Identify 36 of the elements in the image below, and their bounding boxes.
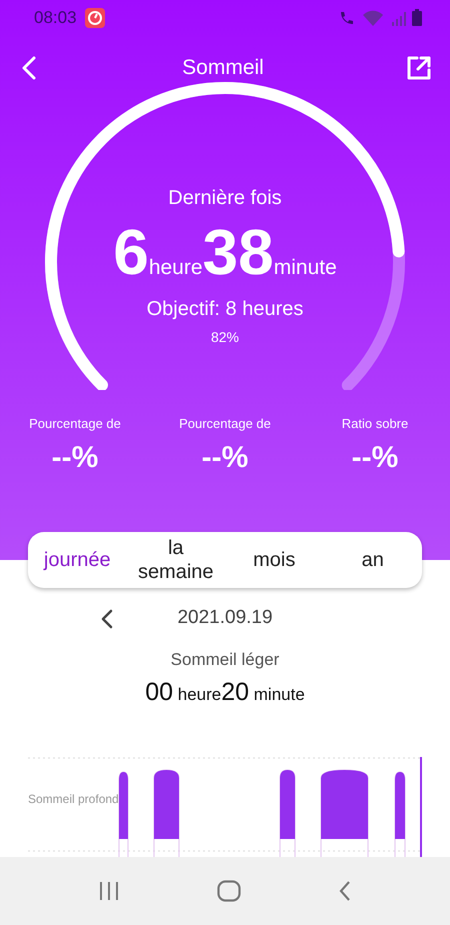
goal-percent: 82% bbox=[210, 329, 240, 345]
stat-label: Pourcentage de bbox=[179, 416, 271, 431]
share-icon[interactable] bbox=[406, 54, 432, 80]
chart-row-label: Sommeil profond bbox=[28, 792, 119, 806]
status-time: 08:03 bbox=[34, 8, 77, 28]
signal-icon bbox=[390, 10, 406, 26]
summary-hours-unit: heure bbox=[176, 685, 222, 705]
period-tab[interactable]: la semaine bbox=[130, 536, 221, 584]
battery-icon bbox=[412, 9, 422, 26]
period-tab[interactable]: an bbox=[362, 548, 384, 572]
summary-title: Sommeil léger bbox=[170, 650, 280, 670]
stat-value: --% bbox=[52, 441, 98, 475]
date-label: 2021.09.19 bbox=[177, 607, 273, 629]
hours-value: 6 bbox=[113, 220, 149, 284]
summary-hours: 00 bbox=[145, 678, 174, 707]
wifi-icon bbox=[362, 10, 384, 26]
minutes-unit: minute bbox=[274, 257, 337, 278]
stat-label: Pourcentage de bbox=[29, 416, 121, 431]
summary-minutes: 20 bbox=[221, 678, 250, 707]
stat-value: --% bbox=[202, 441, 248, 475]
minutes-value: 38 bbox=[202, 220, 274, 284]
period-tab[interactable]: journée bbox=[44, 548, 111, 572]
call-icon bbox=[338, 10, 356, 26]
last-time-label: Dernière fois bbox=[168, 187, 282, 210]
home-icon[interactable] bbox=[216, 880, 241, 902]
hours-unit: heure bbox=[148, 257, 203, 278]
goal-text: Objectif: 8 heures bbox=[146, 298, 304, 321]
back-nav-icon[interactable] bbox=[338, 880, 352, 902]
previous-day-icon[interactable] bbox=[100, 609, 114, 629]
app-notification-icon bbox=[84, 8, 105, 28]
recent-apps-icon[interactable] bbox=[98, 881, 120, 901]
stat-value: --% bbox=[352, 441, 398, 475]
page-title: Sommeil bbox=[182, 56, 264, 80]
stat-label: Ratio sobre bbox=[342, 416, 408, 431]
period-tab[interactable]: mois bbox=[253, 548, 296, 572]
summary-minutes-unit: minute bbox=[252, 685, 305, 705]
